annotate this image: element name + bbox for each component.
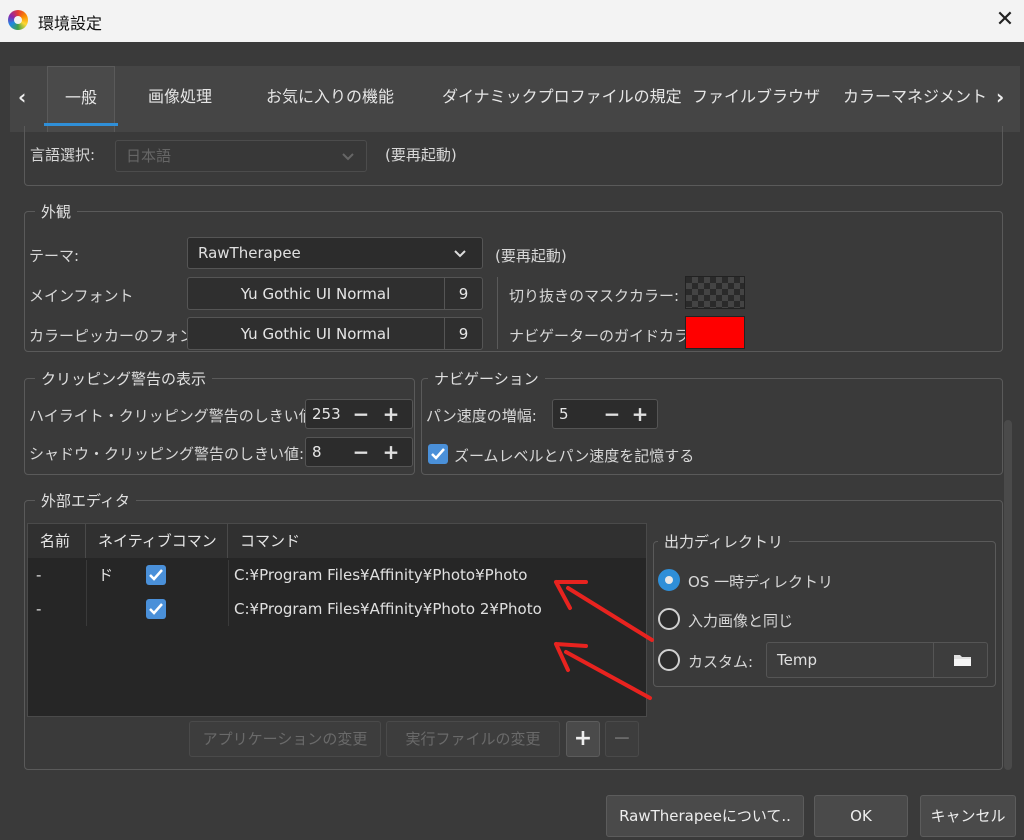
cancel-button[interactable]: キャンセル [920, 795, 1016, 837]
ok-button[interactable]: OK [814, 795, 908, 837]
about-button[interactable]: RawTherapeeについて.. [606, 795, 804, 837]
annotation-arrow-1 [566, 586, 654, 642]
annotation-arrows [554, 580, 654, 700]
annotation-arrow-2 [564, 650, 652, 700]
